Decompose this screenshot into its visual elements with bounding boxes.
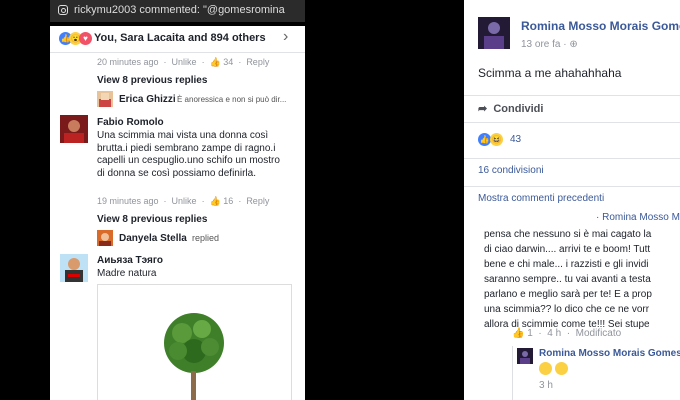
comment-author-name: Romina Mosso Mo xyxy=(602,212,680,223)
kiss-emoji-icon xyxy=(555,362,568,375)
comment-line: pensa che nessuno si è mai cagato la xyxy=(484,229,652,240)
caret-icon: · xyxy=(596,212,600,223)
avatar[interactable] xyxy=(517,348,533,364)
chevron-right-icon[interactable]: › xyxy=(283,28,288,46)
unlike-link[interactable]: Unlike xyxy=(172,57,197,67)
comment-text: Una scimmia mai vista una donna così bru… xyxy=(97,130,280,179)
like-count: 16 xyxy=(223,196,234,206)
comment-line: parlano e meglio sarà per te! E a prop xyxy=(484,289,652,300)
reactions-summary: You, Sara Lacaita and 894 others xyxy=(94,32,266,44)
post-author[interactable]: Romina Mosso Morais Gomes xyxy=(521,19,680,33)
comment-meta: 19 minutes ago · Unlike · 👍 16 · Reply xyxy=(97,196,270,206)
like-count: 34 xyxy=(223,57,234,67)
globe-icon: ⊕ xyxy=(569,39,578,50)
view-previous-replies[interactable]: View 8 previous replies xyxy=(97,75,207,86)
post-time[interactable]: 13 ore fa · ⊕ xyxy=(521,39,578,50)
thumbs-up-icon: 👍 xyxy=(209,57,221,67)
comment-like-count: 1 xyxy=(527,328,533,339)
kiss-emoji-icon xyxy=(539,362,552,375)
post-time-text: 13 ore fa · xyxy=(521,39,567,50)
reply-link[interactable]: Reply xyxy=(246,57,269,67)
comment-meta: 👍 1 · 4 h · Modificato xyxy=(512,328,622,339)
comment-time: 20 minutes ago xyxy=(97,57,159,67)
tree-image xyxy=(164,313,224,400)
avatar[interactable] xyxy=(60,254,88,282)
comment-text: pensa che nessuno si è mai cagato la di … xyxy=(484,227,680,332)
notification-bar[interactable]: rickymu2003 commented: "@gomesromina xyxy=(50,0,305,22)
reply-author[interactable]: Romina Mosso Morais Gomes xyxy=(539,348,680,359)
reply-author: Erica Ghizzi xyxy=(119,94,176,105)
share-arrow-icon: ➦ xyxy=(478,103,488,115)
share-button[interactable]: ➦ Condividi xyxy=(478,102,543,115)
comment-text: Madre natura xyxy=(97,268,157,279)
thumbs-up-icon: 👍 xyxy=(209,196,221,206)
shares-link[interactable]: 16 condivisioni xyxy=(478,165,544,176)
comment-line: bene e chi male... i razzisti e gli invi… xyxy=(484,259,649,270)
avatar xyxy=(97,91,113,107)
haha-reaction-icon: 😆 xyxy=(490,133,503,146)
previous-comments-link[interactable]: Mostra commenti precedenti xyxy=(478,193,604,204)
reply: Romina Mosso Morais Gomes 3 h xyxy=(512,346,680,400)
avatar xyxy=(97,230,113,246)
avatar[interactable] xyxy=(60,115,88,143)
comment-line: una scimmia?? lo dico che ce ne vorr xyxy=(484,304,650,315)
comment-meta: 20 minutes ago · Unlike · 👍 34 · Reply xyxy=(97,57,270,67)
like-icon[interactable]: 👍 xyxy=(512,328,524,339)
comment-time[interactable]: 4 h xyxy=(547,328,561,339)
reply-link[interactable]: Reply xyxy=(246,196,269,206)
comment-bubble: · Romina Mosso Mo pensa che nessuno si è… xyxy=(478,210,680,330)
notification-text: rickymu2003 commented: "@gomesromina xyxy=(74,4,285,16)
divider xyxy=(464,95,680,96)
comments-card: 👍 😮 ♥ You, Sara Lacaita and 894 others ›… xyxy=(50,26,305,400)
reply-snippet: È anoressica e non si può dir... xyxy=(177,95,287,104)
reactions-bar[interactable]: 👍 😮 ♥ You, Sara Lacaita and 894 others › xyxy=(50,26,305,53)
comment-time: 19 minutes ago xyxy=(97,196,159,206)
desktop-post: Romina Mosso Morais Gomes 13 ore fa · ⊕ … xyxy=(464,0,680,400)
love-reaction-icon: ♥ xyxy=(79,32,92,45)
share-label: Condividi xyxy=(493,103,544,115)
comment-author[interactable]: Аиьяза Тэяго xyxy=(97,255,163,266)
reply-action: replied xyxy=(192,233,220,243)
reaction-count: 43 xyxy=(510,134,522,145)
post-text: Scimma a me ahahahhaha xyxy=(478,66,622,80)
unlike-link[interactable]: Unlike xyxy=(172,196,197,206)
mobile-screenshot: rickymu2003 commented: "@gomesromina 👍 😮… xyxy=(50,0,305,400)
comment-photo[interactable] xyxy=(97,284,292,400)
reply-time[interactable]: 3 h xyxy=(539,380,553,391)
reply-author: Danyela Stella xyxy=(119,233,187,244)
comment-author[interactable]: · Romina Mosso Mo xyxy=(596,212,680,223)
divider xyxy=(464,158,680,159)
comment-author[interactable]: Fabio Romolo xyxy=(97,117,164,128)
divider xyxy=(464,122,680,123)
avatar[interactable] xyxy=(478,17,510,49)
divider xyxy=(464,186,680,187)
instagram-icon xyxy=(58,5,68,15)
view-previous-replies[interactable]: View 8 previous replies xyxy=(97,214,207,225)
comment-line: saranno sempre.. tu vai avanti a testa xyxy=(484,274,651,285)
edited-label[interactable]: Modificato xyxy=(576,328,622,339)
comment-line: di ciao darwin.... arrivi te e boom! Tut… xyxy=(484,244,651,255)
